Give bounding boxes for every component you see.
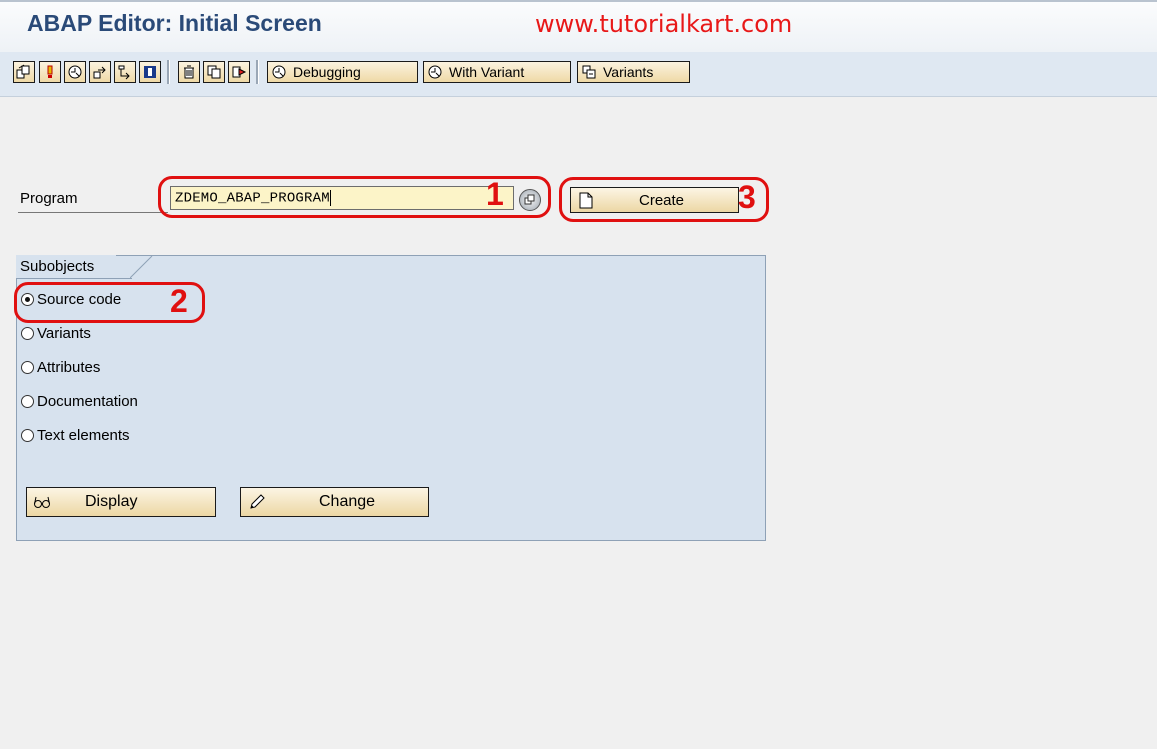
radio-button[interactable] — [21, 361, 34, 374]
radio-text-elements[interactable]: Text elements — [21, 427, 130, 444]
variants-button[interactable]: Variants — [577, 61, 690, 83]
title-bar: ABAP Editor: Initial Screen www.tutorial… — [0, 0, 1157, 52]
delete-button[interactable] — [178, 61, 200, 83]
annotation-number-2: 2 — [170, 283, 188, 319]
group-tab-edge — [130, 255, 153, 279]
toolbar-separator — [256, 60, 259, 84]
test-button[interactable] — [89, 61, 111, 83]
subobjects-title: Subobjects — [16, 255, 117, 279]
radio-button[interactable] — [21, 395, 34, 408]
radio-button[interactable] — [21, 327, 34, 340]
display-button-label: Display — [85, 493, 138, 510]
activate-icon — [68, 65, 82, 79]
other-object-icon — [16, 64, 30, 79]
debugging-icon — [272, 65, 286, 79]
info-icon — [144, 66, 156, 78]
application-toolbar: Debugging With Variant Variants — [0, 52, 1157, 97]
pencil-icon — [250, 494, 265, 509]
change-button[interactable]: Change — [240, 487, 429, 517]
change-button-label: Change — [319, 493, 376, 510]
execute-with-variant-icon — [428, 65, 442, 79]
where-used-icon — [118, 65, 130, 80]
radio-label: Text elements — [37, 427, 130, 444]
group-tab-line — [16, 278, 132, 279]
copy-button[interactable] — [203, 61, 225, 83]
annotation-number-3: 3 — [738, 179, 756, 215]
screen-title: ABAP Editor: Initial Screen — [27, 10, 322, 36]
debugging-label: Debugging — [293, 64, 361, 80]
program-label: Program — [20, 190, 78, 207]
check-button[interactable] — [39, 61, 61, 83]
debugging-button[interactable]: Debugging — [267, 61, 418, 83]
radio-button[interactable] — [21, 429, 34, 442]
radio-attributes[interactable]: Attributes — [21, 359, 100, 376]
check-icon — [47, 65, 53, 78]
rename-button[interactable] — [228, 61, 250, 83]
where-used-button[interactable] — [114, 61, 136, 83]
radio-label: Attributes — [37, 359, 101, 376]
copy-icon — [207, 65, 221, 79]
rename-icon — [232, 66, 247, 78]
other-object-button[interactable] — [13, 61, 35, 83]
delete-icon — [184, 65, 194, 79]
with-variant-button[interactable]: With Variant — [423, 61, 571, 83]
radio-variants[interactable]: Variants — [21, 325, 91, 342]
glasses-icon — [34, 496, 50, 508]
with-variant-label: With Variant — [449, 64, 525, 80]
annotation-number-1: 1 — [486, 176, 504, 212]
activate-button[interactable] — [64, 61, 86, 83]
variants-label: Variants — [603, 64, 654, 80]
display-button[interactable]: Display — [26, 487, 216, 517]
radio-label: Variants — [37, 325, 91, 342]
program-label-underline — [18, 212, 168, 213]
radio-documentation[interactable]: Documentation — [21, 393, 138, 410]
radio-label: Documentation — [37, 393, 138, 410]
info-button[interactable] — [139, 61, 161, 83]
test-execute-icon — [93, 66, 106, 79]
variants-icon — [582, 65, 596, 79]
toolbar-separator — [167, 60, 170, 84]
watermark-text: www.tutorialkart.com — [535, 10, 793, 38]
